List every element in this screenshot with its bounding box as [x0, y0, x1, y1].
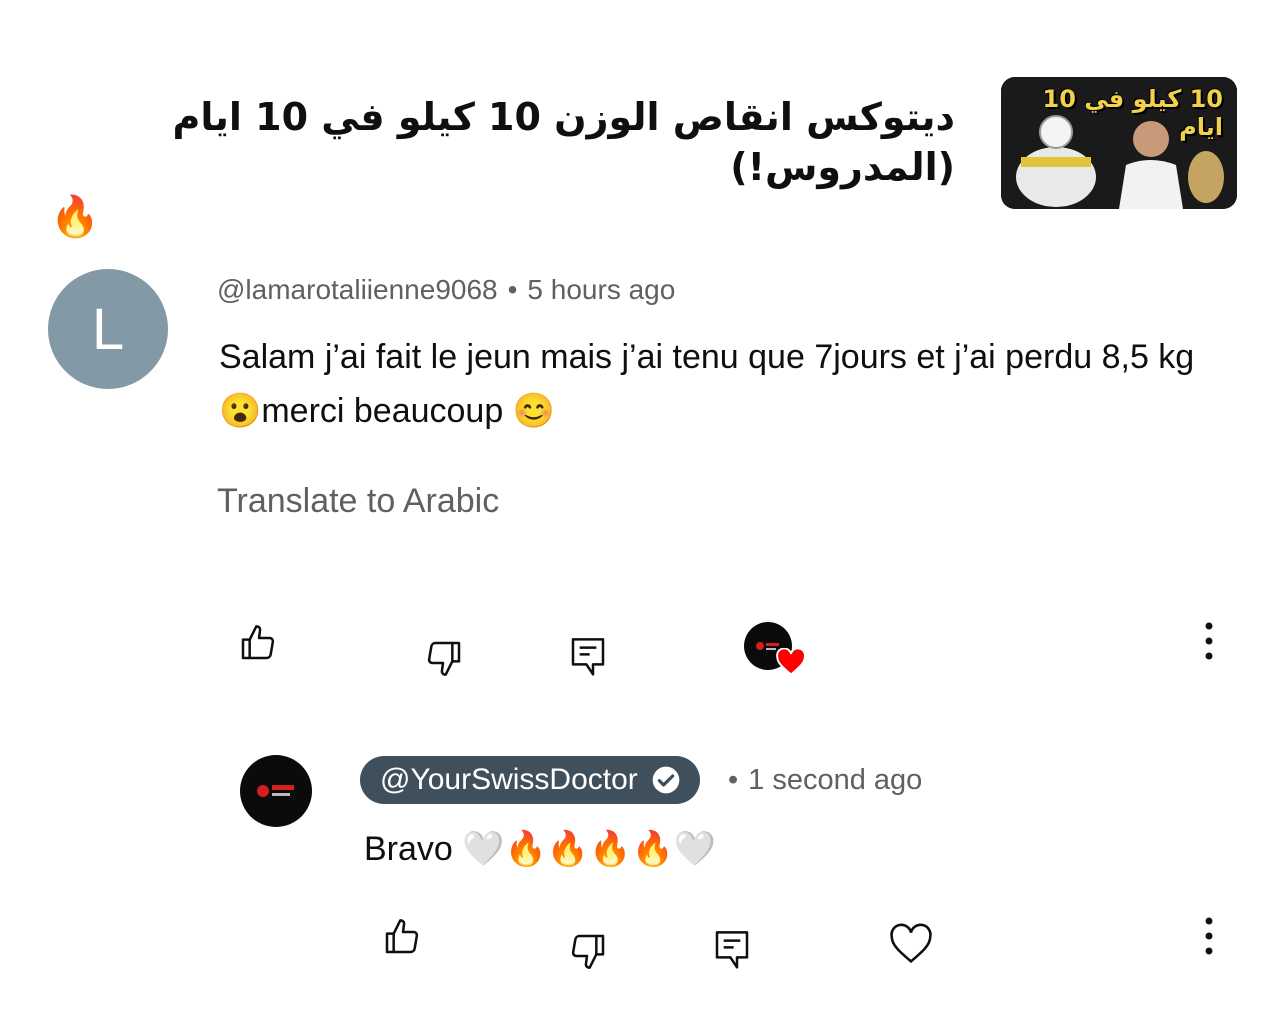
comment-actions: [0, 620, 1284, 680]
more-vertical-icon-svg: [1205, 622, 1213, 660]
thumbs-down-icon-svg: [427, 641, 461, 676]
thumbs-down-icon-svg: [571, 934, 605, 969]
creator-heart-badge: [744, 622, 806, 678]
avatar-letter: L: [91, 296, 125, 362]
comment-author[interactable]: @lamarotaliienne9068: [217, 274, 498, 305]
translate-link[interactable]: Translate to Arabic: [217, 482, 499, 521]
thumbs-up-icon-svg: [241, 625, 275, 660]
thumbs-up-icon-svg: [385, 919, 419, 954]
comment-text: Salam j’ai fait le jeun mais j’ai tenu q…: [219, 338, 1195, 430]
heart-outline-icon: [890, 923, 932, 964]
fire-emoji: 🔥: [50, 194, 100, 240]
comment-reply-icon[interactable]: [568, 634, 608, 683]
verified-check-icon: [652, 766, 680, 794]
video-title-block: ديتوكس انقاص الوزن 10 كيلو في 10 ايام (ا…: [50, 92, 955, 242]
reply-actions: [0, 915, 1284, 975]
comment-time: 5 hours ago: [527, 274, 676, 305]
thumbs-up-icon[interactable]: [238, 623, 278, 668]
more-vertical-icon[interactable]: [1199, 620, 1219, 669]
thumbs-down-icon[interactable]: [424, 638, 464, 683]
thumbs-down-icon[interactable]: [568, 931, 608, 976]
thumbs-up-icon[interactable]: [382, 917, 422, 962]
comment-meta: @lamarotaliienne9068 • 5 hours ago: [217, 274, 675, 306]
reply-avatar[interactable]: [240, 755, 312, 827]
commenter-avatar[interactable]: L: [48, 269, 168, 389]
video-thumbnail[interactable]: 10 كيلو في 10 ايام: [1001, 77, 1237, 209]
heart-icon: [776, 648, 806, 676]
comment-reply-icon-svg: [715, 931, 749, 969]
meta-separator: •: [728, 764, 739, 796]
more-vertical-icon-svg: [1205, 917, 1213, 955]
comment-reply-icon[interactable]: [712, 927, 752, 976]
meta-separator: •: [507, 274, 518, 305]
more-vertical-icon[interactable]: [1199, 915, 1219, 964]
heart-icon[interactable]: [889, 923, 933, 970]
reply-time: 1 second ago: [748, 764, 923, 796]
reply-author: @YourSwissDoctor: [380, 763, 638, 796]
channel-logo-icon: [257, 785, 294, 797]
reply-meta: • 1 second ago: [728, 764, 922, 797]
channel-chip[interactable]: @YourSwissDoctor: [360, 756, 700, 804]
thumbnail-text: 10 كيلو في 10 ايام: [1042, 85, 1223, 141]
comment-reply-icon-svg: [571, 638, 605, 676]
reply-text: Bravo 🤍🔥🔥🔥🔥🤍: [364, 830, 717, 868]
video-title: ديتوكس انقاص الوزن 10 كيلو في 10 ايام (ا…: [172, 95, 955, 189]
